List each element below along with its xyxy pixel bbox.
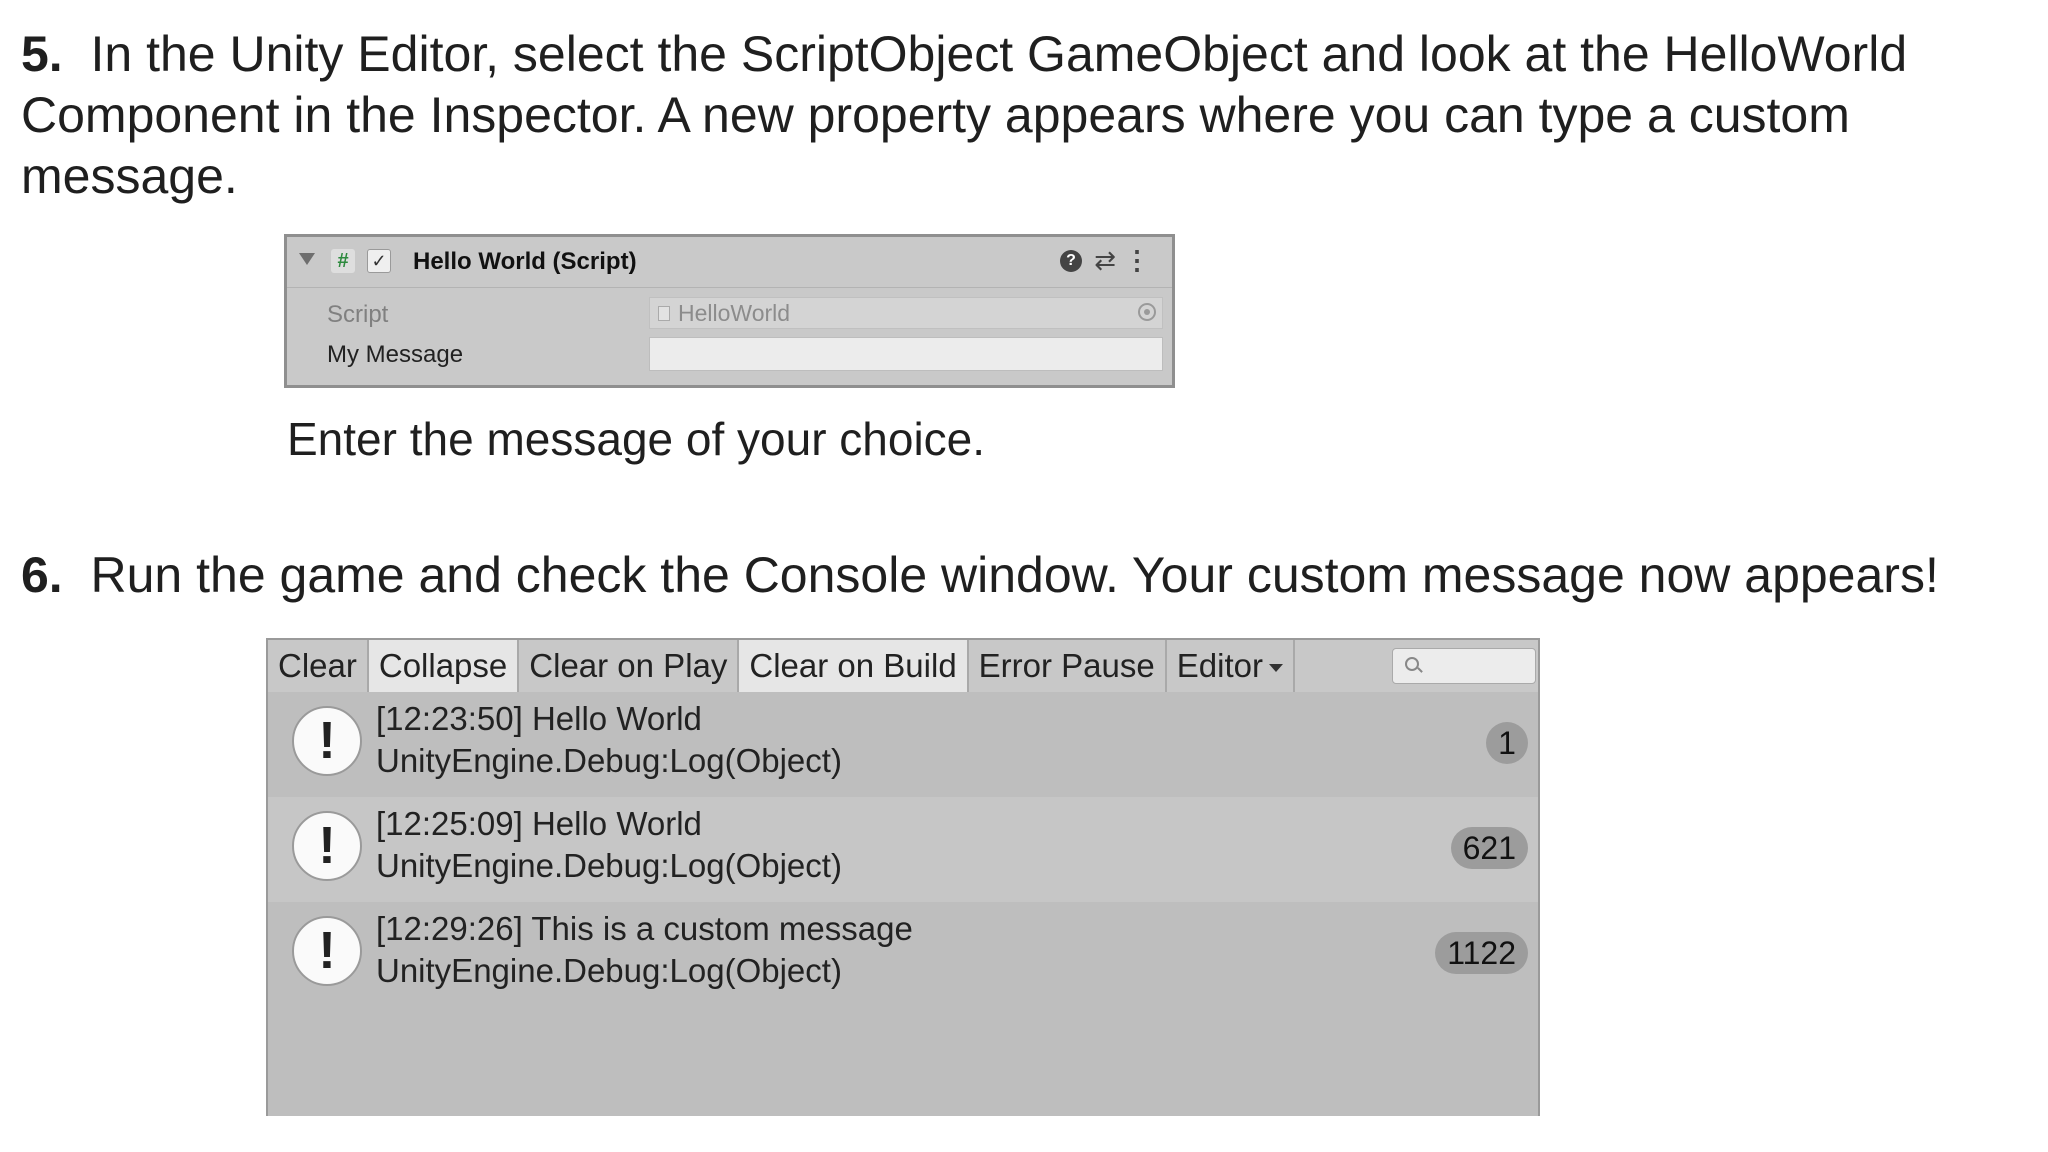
console-window: Clear Collapse Clear on Play Clear on Bu… bbox=[266, 638, 1540, 1116]
log-count-badge: 621 bbox=[1450, 827, 1528, 869]
more-menu-icon[interactable]: ⋮ bbox=[1124, 246, 1150, 274]
caption: Enter the message of your choice. bbox=[287, 413, 986, 465]
component-title: Hello World (Script) bbox=[413, 248, 637, 275]
console-toolbar: Clear Collapse Clear on Play Clear on Bu… bbox=[268, 640, 1538, 692]
log-entry[interactable]: ! [12:29:26] This is a custom message Un… bbox=[268, 902, 1538, 1007]
script-label: Script bbox=[327, 301, 389, 328]
chevron-down-icon bbox=[1268, 664, 1283, 673]
log-stack-trace: UnityEngine.Debug:Log(Object) bbox=[376, 847, 842, 884]
step-6-instruction: 6. Run the game and check the Console wi… bbox=[21, 545, 2011, 606]
script-value: HelloWorld bbox=[678, 300, 791, 326]
log-entry[interactable]: ! [12:25:09] Hello World UnityEngine.Deb… bbox=[268, 797, 1538, 902]
step-text: In the Unity Editor, select the ScriptOb… bbox=[21, 26, 1908, 204]
clear-on-play-toggle[interactable]: Clear on Play bbox=[519, 640, 740, 692]
script-file-icon bbox=[658, 306, 670, 321]
presets-icon[interactable]: ⇄ bbox=[1094, 246, 1116, 274]
clear-on-build-toggle[interactable]: Clear on Build bbox=[739, 640, 969, 692]
log-message: [12:29:26] This is a custom message bbox=[376, 910, 913, 947]
log-count-badge: 1122 bbox=[1435, 932, 1528, 974]
script-hash-icon: # bbox=[331, 249, 355, 273]
info-message-icon: ! bbox=[292, 811, 362, 881]
step-number: 5. bbox=[21, 26, 63, 82]
log-stack-trace: UnityEngine.Debug:Log(Object) bbox=[376, 952, 842, 989]
object-picker-icon[interactable] bbox=[1138, 303, 1156, 321]
foldout-arrow-icon[interactable] bbox=[299, 253, 315, 265]
error-pause-toggle[interactable]: Error Pause bbox=[969, 640, 1167, 692]
info-message-icon: ! bbox=[292, 916, 362, 986]
collapse-toggle[interactable]: Collapse bbox=[368, 640, 520, 692]
info-message-icon: ! bbox=[292, 706, 362, 776]
console-search-input[interactable] bbox=[1392, 648, 1536, 684]
script-field[interactable]: HelloWorld bbox=[649, 297, 1163, 329]
log-count-badge: 1 bbox=[1486, 722, 1528, 764]
checkbox-icon[interactable]: ✓ bbox=[367, 249, 391, 273]
component-header[interactable]: # ✓ Hello World (Script) ? ⇄ ⋮ bbox=[287, 237, 1172, 288]
editor-dropdown-label: Editor bbox=[1176, 647, 1263, 684]
log-entry[interactable]: ! [12:23:50] Hello World UnityEngine.Deb… bbox=[268, 692, 1538, 797]
inspector-component-panel: # ✓ Hello World (Script) ? ⇄ ⋮ Script He… bbox=[284, 234, 1175, 388]
log-message: [12:23:50] Hello World bbox=[376, 700, 702, 737]
log-message: [12:25:09] Hello World bbox=[376, 805, 702, 842]
step-number: 6. bbox=[21, 547, 63, 603]
console-log-list[interactable]: ! [12:23:50] Hello World UnityEngine.Deb… bbox=[268, 692, 1538, 1116]
step-text: Run the game and check the Console windo… bbox=[90, 547, 1939, 603]
my-message-label: My Message bbox=[327, 341, 464, 368]
editor-dropdown[interactable]: Editor bbox=[1167, 640, 1295, 692]
my-message-input[interactable] bbox=[649, 337, 1163, 371]
log-stack-trace: UnityEngine.Debug:Log(Object) bbox=[376, 742, 842, 779]
clear-button[interactable]: Clear bbox=[268, 640, 369, 692]
search-icon bbox=[1405, 657, 1419, 671]
help-icon[interactable]: ? bbox=[1060, 250, 1082, 272]
step-5-instruction: 5. In the Unity Editor, select the Scrip… bbox=[21, 24, 2011, 207]
